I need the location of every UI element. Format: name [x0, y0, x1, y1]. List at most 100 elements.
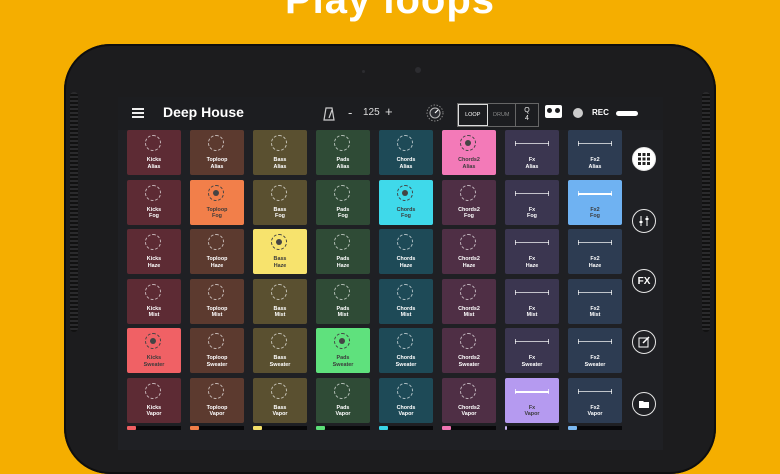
pad-kicks-fog[interactable]: Kicks Fog — [127, 179, 181, 225]
pad-chords-alias[interactable]: Chords Alias — [379, 130, 433, 175]
pad-chords-fog[interactable]: Chords Fog — [379, 179, 433, 225]
pad-chords2-alias[interactable]: Chords2 Alias — [442, 130, 496, 175]
pad-label: Chords Alias — [379, 157, 433, 170]
pad-loop-name: Fog — [464, 213, 474, 220]
edit-button[interactable] — [632, 330, 656, 354]
pad-bass-alias[interactable]: Bass Alias — [253, 130, 307, 175]
pad-chords2-mist[interactable]: Chords2 Mist — [442, 278, 496, 324]
pad-label: Fx Vapor — [505, 405, 559, 418]
pad-chords-sweater[interactable]: Chords Sweater — [379, 328, 433, 373]
loop-progress-icon — [334, 135, 350, 151]
pad-pads-fog[interactable]: Pads Fog — [316, 179, 370, 225]
cassette-icon[interactable] — [545, 105, 562, 118]
loop-progress-icon — [397, 184, 413, 201]
pad-chords2-fog[interactable]: Chords2 Fog — [442, 179, 496, 225]
pad-loop-name: Mist — [148, 312, 160, 319]
pad-fx-alias[interactable]: Fx Alias — [505, 130, 559, 175]
pad-fx-fog[interactable]: Fx Fog — [505, 179, 559, 225]
pad-pads-mist[interactable]: Pads Mist — [316, 278, 370, 324]
pad-fx-haze[interactable]: Fx Haze — [505, 229, 559, 274]
fx-button[interactable]: FX — [632, 269, 656, 293]
metronome-icon[interactable] — [323, 107, 335, 121]
pad-pads-sweater[interactable]: Pads Sweater — [316, 328, 370, 373]
front-camera — [415, 67, 421, 73]
pad-pads-vapor[interactable]: Pads Vapor — [316, 377, 370, 423]
meter-chords — [379, 426, 433, 430]
pad-bass-vapor[interactable]: Bass Vapor — [253, 377, 307, 423]
pad-fx-vapor[interactable]: Fx Vapor — [505, 377, 559, 423]
pad-label: Chords2 Sweater — [442, 355, 496, 368]
pad-label: Pads Haze — [316, 256, 370, 269]
tempo-increase-button[interactable]: + — [385, 104, 393, 119]
pad-chords2-sweater[interactable]: Chords2 Sweater — [442, 328, 496, 373]
pad-fx2-sweater[interactable]: Fx2 Sweater — [568, 328, 622, 373]
pad-instrument: Fx — [528, 256, 536, 262]
pad-loop-name: Alias — [525, 163, 539, 170]
meter-level — [316, 426, 325, 430]
pad-toploop-haze[interactable]: Toploop Haze — [190, 229, 244, 274]
pad-chords2-vapor[interactable]: Chords2 Vapor — [442, 377, 496, 423]
pad-chords2-haze[interactable]: Chords2 Haze — [442, 229, 496, 274]
pad-kicks-vapor[interactable]: Kicks Vapor — [127, 377, 181, 423]
pad-fx2-mist[interactable]: Fx2 Mist — [568, 278, 622, 324]
pad-chords-mist[interactable]: Chords Mist — [379, 278, 433, 324]
pad-toploop-alias[interactable]: Toploop Alias — [190, 130, 244, 175]
pad-bass-mist[interactable]: Bass Mist — [253, 278, 307, 324]
pad-label: Fx2 Mist — [568, 306, 622, 319]
pad-toploop-fog[interactable]: Toploop Fog — [190, 179, 244, 225]
loop-progress-icon — [271, 283, 287, 300]
pad-label: Pads Vapor — [316, 405, 370, 418]
pad-chords-haze[interactable]: Chords Haze — [379, 229, 433, 274]
mixer-button[interactable] — [632, 209, 656, 233]
pad-loop-name: Vapor — [398, 411, 414, 418]
pad-toploop-mist[interactable]: Toploop Mist — [190, 278, 244, 324]
pad-kicks-sweater[interactable]: Kicks Sweater — [127, 328, 181, 373]
pad-toploop-sweater[interactable]: Toploop Sweater — [190, 328, 244, 373]
pad-instrument: Chords2 — [458, 256, 480, 262]
pad-bass-sweater[interactable]: Bass Sweater — [253, 328, 307, 373]
pad-instrument: Fx2 — [590, 256, 600, 262]
pad-fx-mist[interactable]: Fx Mist — [505, 278, 559, 324]
pad-kicks-alias[interactable]: Kicks Alias — [127, 130, 181, 175]
pad-fx-sweater[interactable]: Fx Sweater — [505, 328, 559, 373]
pad-bass-fog[interactable]: Bass Fog — [253, 179, 307, 225]
pad-instrument: Fx2 — [590, 355, 600, 361]
pad-fx2-vapor[interactable]: Fx2 Vapor — [568, 377, 622, 423]
pad-kicks-haze[interactable]: Kicks Haze — [127, 229, 181, 274]
pad-loop-name: Haze — [399, 262, 413, 269]
pad-fx2-fog[interactable]: Fx2 Fog — [568, 179, 622, 225]
pad-loop-name: Sweater — [521, 361, 543, 368]
loop-progress-icon — [460, 283, 476, 300]
pad-bass-haze[interactable]: Bass Haze — [253, 229, 307, 274]
browse-button[interactable] — [632, 392, 656, 416]
hamburger-menu-icon[interactable] — [132, 108, 144, 118]
pad-loop-name: Mist — [526, 312, 538, 319]
mode-loop-button[interactable]: LOOP — [458, 104, 488, 126]
pad-instrument: Fx — [528, 355, 536, 361]
pad-loop-name: Mist — [337, 312, 349, 319]
pad-label: Bass Sweater — [253, 355, 307, 368]
mode-drum-button[interactable]: DRUM — [488, 104, 516, 126]
pad-label: Kicks Sweater — [127, 355, 181, 368]
pad-pads-alias[interactable]: Pads Alias — [316, 130, 370, 175]
pad-kicks-mist[interactable]: Kicks Mist — [127, 278, 181, 324]
pad-instrument: Chords2 — [458, 355, 480, 361]
master-dial-icon[interactable] — [425, 103, 445, 123]
pad-pads-haze[interactable]: Pads Haze — [316, 229, 370, 274]
pad-fx2-alias[interactable]: Fx2 Alias — [568, 130, 622, 175]
pad-instrument: Fx2 — [590, 206, 600, 213]
loop-progress-icon — [145, 283, 161, 300]
grid-view-button[interactable] — [632, 147, 656, 171]
pad-label: Bass Haze — [253, 256, 307, 269]
pad-loop-name: Mist — [463, 312, 475, 319]
sensor — [362, 70, 365, 73]
tempo-decrease-button[interactable]: - — [348, 105, 352, 120]
quantize-button[interactable]: Q 4 — [515, 104, 538, 126]
pad-label: Chords2 Haze — [442, 256, 496, 269]
pad-fx2-haze[interactable]: Fx2 Haze — [568, 229, 622, 274]
pad-toploop-vapor[interactable]: Toploop Vapor — [190, 377, 244, 423]
pad-chords-vapor[interactable]: Chords Vapor — [379, 377, 433, 423]
meter-level — [568, 426, 577, 430]
pad-label: Kicks Alias — [127, 157, 181, 170]
record-button[interactable] — [573, 108, 583, 118]
